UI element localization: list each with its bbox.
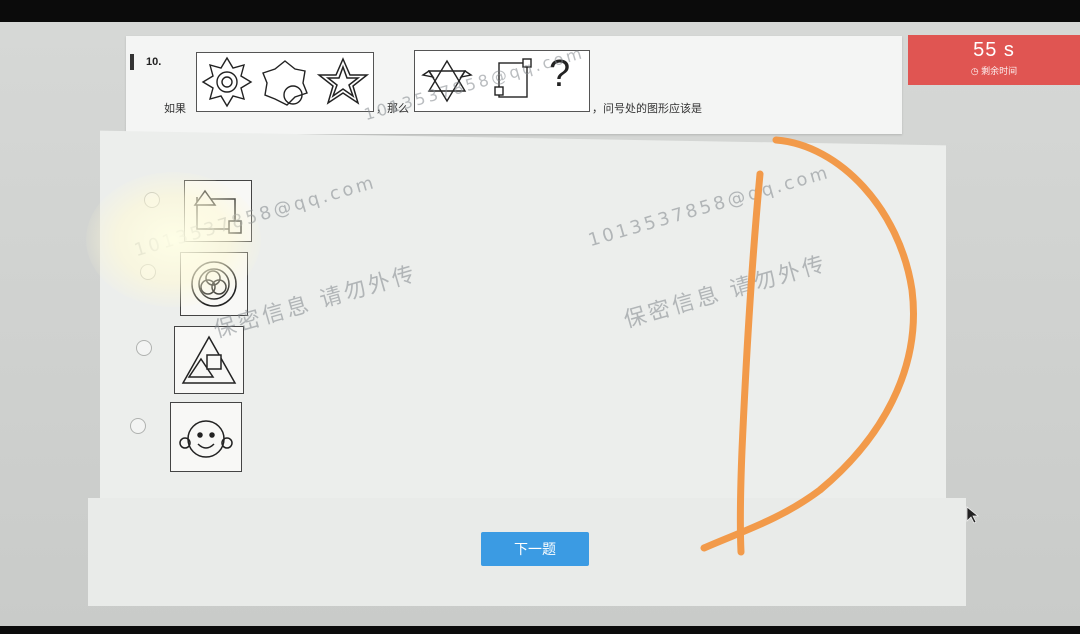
premise-figures-icon — [201, 56, 370, 108]
option-d[interactable] — [170, 402, 242, 472]
option-a-radio[interactable] — [144, 192, 160, 208]
question-ask-label: ，问号处的图形应该是 — [592, 103, 702, 115]
top-black-bezel — [0, 0, 1080, 22]
smiley-face-icon — [179, 420, 233, 458]
mouse-cursor-icon — [966, 506, 980, 524]
next-question-button[interactable]: 下一题 — [481, 532, 589, 566]
clock-icon: ◷ — [970, 66, 979, 76]
timer-label-row: ◷ 剩余时间 — [908, 64, 1080, 77]
question-number: 10. — [146, 56, 162, 68]
option-b-radio[interactable] — [140, 264, 156, 280]
timer-label: 剩余时间 — [981, 66, 1018, 76]
countdown-timer: 55 s ◷ 剩余时间 — [908, 35, 1080, 85]
question-if-label: 如果 — [164, 103, 186, 115]
premise-figure-group — [196, 52, 374, 112]
option-c-radio[interactable] — [136, 340, 152, 356]
bottom-black-bezel — [0, 626, 1080, 634]
question-card: 10. 如果 ，那么 ? ，问号处的图形应该是 — [126, 36, 902, 134]
option-d-radio[interactable] — [130, 418, 146, 434]
question-marker — [130, 54, 134, 70]
exam-screen: 10. 如果 ，那么 ? ，问号处的图形应该是 55 s ◷ 剩余时间 1013… — [0, 22, 1080, 626]
timer-value: 55 s — [973, 39, 1015, 61]
